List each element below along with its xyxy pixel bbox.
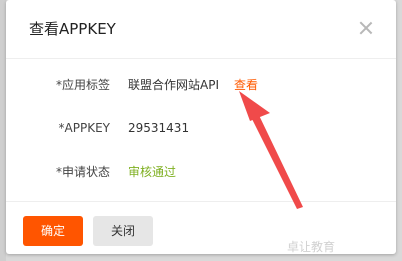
- field-label-status: *申请状态: [55, 165, 110, 179]
- status-value: 审核通过: [128, 165, 177, 179]
- view-link[interactable]: 查看: [234, 76, 258, 93]
- dialog-title: 查看APPKEY: [29, 20, 116, 38]
- field-label-appkey: *APPKEY: [58, 121, 110, 135]
- field-label-app-tag: *应用标签: [55, 78, 110, 92]
- field-value-appkey: 29531431: [128, 121, 190, 135]
- close-icon[interactable]: [358, 20, 374, 36]
- close-button[interactable]: 关闭: [93, 216, 153, 246]
- watermark: 卓让教育: [287, 240, 336, 254]
- confirm-button[interactable]: 确定: [23, 216, 83, 246]
- dialog-footer-divider: [6, 201, 396, 202]
- dialog-header: 查看APPKEY: [6, 0, 396, 59]
- field-value-app-tag: 联盟合作网站API: [128, 78, 219, 92]
